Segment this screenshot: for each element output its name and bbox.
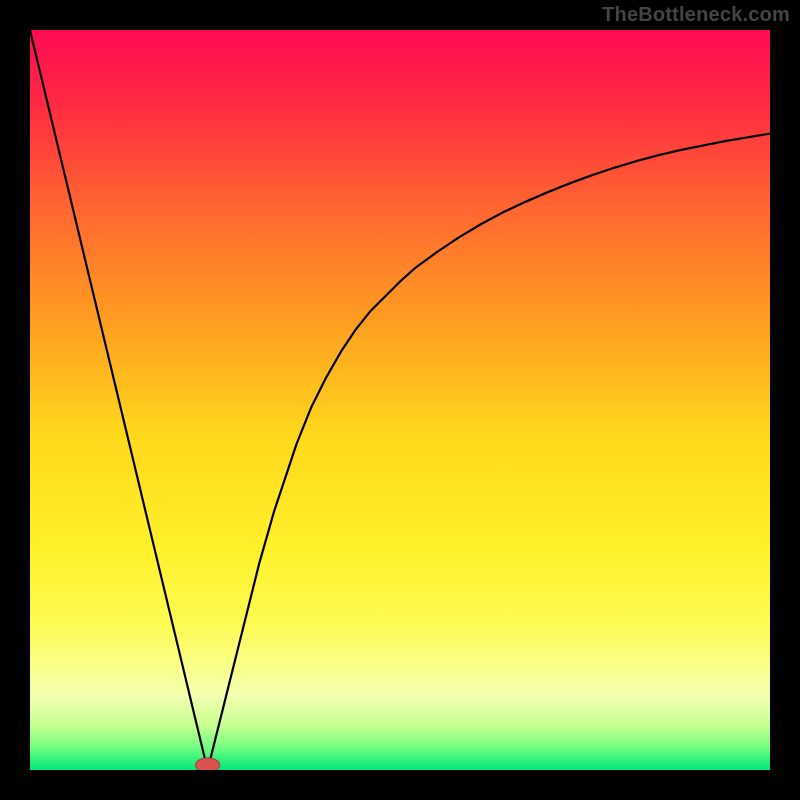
plot-area — [30, 30, 770, 770]
chart-svg — [30, 30, 770, 770]
min-marker — [196, 758, 220, 770]
gradient-background — [30, 30, 770, 770]
watermark-text: TheBottleneck.com — [602, 4, 790, 27]
chart-frame: TheBottleneck.com — [0, 0, 800, 800]
